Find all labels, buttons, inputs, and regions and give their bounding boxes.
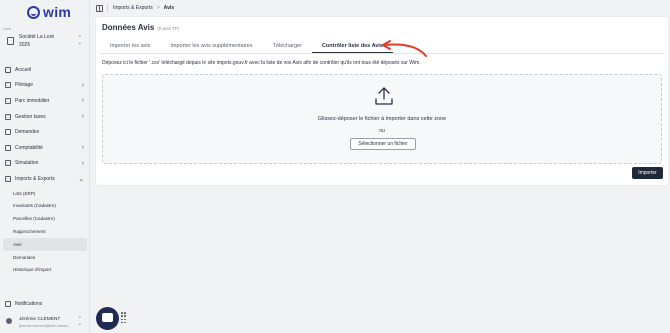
page-title-text: Données Avis xyxy=(102,23,155,32)
sidebar-item-comptabilite[interactable]: Comptabilité › xyxy=(3,140,87,156)
inbox-icon xyxy=(5,129,11,136)
sidebar-subitem-invariants[interactable]: Invariants (Cadastre) xyxy=(3,200,87,213)
sidebar-item-parc-immobilier[interactable]: Parc immobilier › xyxy=(3,93,87,109)
divider xyxy=(107,4,108,12)
topbar: Imports & Exports > Avis xyxy=(90,0,670,17)
description-text: Déposez ici le fichier '.csv' téléchargé… xyxy=(102,60,421,66)
chevron-down-icon: ⌄ xyxy=(78,175,84,183)
sidebar-toggle-icon[interactable] xyxy=(96,5,103,12)
dropzone-or: ou xyxy=(379,128,385,134)
sidebar-item-demandes[interactable]: Demandes xyxy=(3,124,87,140)
folder-icon xyxy=(5,175,11,182)
chevron-right-icon: › xyxy=(81,113,84,121)
sidebar: wim Loré Société La Loré 2025 ⌃ ⌄ Accueil… xyxy=(0,0,90,333)
sidebar-item-label: Pilotage xyxy=(15,82,34,89)
user-menu[interactable]: Jérémie CLÉMENT jeremie.clement@wim-fina… xyxy=(3,314,87,330)
user-email: jeremie.clement@wim-financ... xyxy=(19,324,71,328)
org-name: Société La Loré xyxy=(19,34,55,40)
chevron-updown-icon: ⌃ ⌄ xyxy=(77,316,82,327)
building-icon xyxy=(5,97,11,104)
breadcrumb-parent[interactable]: Imports & Exports xyxy=(113,5,153,11)
chevron-right-icon: › xyxy=(81,97,84,105)
breadcrumb-separator: > xyxy=(156,5,160,11)
help-chat-button[interactable] xyxy=(96,307,119,330)
tax-icon xyxy=(5,113,11,120)
wim-logo-icon xyxy=(27,5,40,19)
sidebar-item-label: Imports & Exports xyxy=(15,175,55,182)
breadcrumb-current: Avis xyxy=(163,5,175,11)
sidebar-item-pilotage[interactable]: Pilotage › xyxy=(3,78,87,94)
page-subtitle: (0 avis TF) xyxy=(157,26,180,31)
bell-icon xyxy=(5,301,11,307)
building-icon xyxy=(7,37,14,45)
sidebar-subitem-historique[interactable]: Historique d'import xyxy=(3,264,87,277)
page-title: Données Avis (0 avis TF) xyxy=(102,23,179,32)
org-year: 2025 xyxy=(19,42,31,48)
sidebar-item-gestion-taxes[interactable]: Gestion taxes › xyxy=(3,109,87,125)
chart-icon xyxy=(5,82,11,89)
tab-importer-les-avis[interactable]: Importer les avis xyxy=(100,40,160,53)
avatar xyxy=(6,318,12,324)
logo-text: wim xyxy=(43,4,72,20)
sidebar-item-label: Simulation xyxy=(15,160,39,167)
sidebar-nav: Accueil Pilotage › Parc immobilier › Ges… xyxy=(3,62,87,276)
sidebar-item-accueil[interactable]: Accueil xyxy=(3,62,87,78)
chevron-updown-icon: ⌃ ⌄ xyxy=(77,35,82,46)
sidebar-subitem-avis[interactable]: Avis xyxy=(3,237,87,251)
sidebar-subitem-rapprochement[interactable]: Rapprochement xyxy=(3,225,87,238)
tab-importer-avis-supplementaires[interactable]: Importer les avis supplémentaires xyxy=(160,40,262,53)
ledger-icon xyxy=(5,144,11,151)
file-dropzone[interactable]: Glissez-déposer le fichier à importer da… xyxy=(102,74,662,164)
chat-icon xyxy=(102,313,113,322)
sidebar-item-label: Comptabilité xyxy=(15,144,43,151)
tab-telecharger[interactable]: Télécharger xyxy=(263,40,312,53)
breadcrumb: Imports & Exports > Avis xyxy=(113,5,174,11)
annotation-arrow xyxy=(382,40,427,57)
sidebar-subitem-lots[interactable]: Lots (ERP) xyxy=(3,187,87,200)
notifications-label: Notifications xyxy=(15,301,43,307)
sidebar-item-label: Parc immobilier xyxy=(15,97,50,104)
sidebar-item-simulation[interactable]: Simulation › xyxy=(3,156,87,172)
import-button[interactable]: Importer xyxy=(632,167,663,179)
chevron-right-icon: › xyxy=(81,144,84,152)
select-file-button[interactable]: Sélectionner un fichier xyxy=(350,138,416,150)
sidebar-subitem-parcelles[interactable]: Parcelles (Cadastre) xyxy=(3,212,87,225)
dropzone-text: Glissez-déposer le fichier à importer da… xyxy=(317,116,447,122)
calculator-icon xyxy=(5,160,11,167)
chevron-right-icon: › xyxy=(81,81,84,89)
sidebar-item-label: Accueil xyxy=(15,66,32,73)
drag-handle-icon[interactable] xyxy=(121,312,126,324)
upload-icon xyxy=(375,87,393,105)
wim-logo[interactable]: wim xyxy=(27,4,71,20)
notifications-button[interactable]: Notifications xyxy=(3,298,87,310)
sidebar-item-imports-exports[interactable]: Imports & Exports ⌄ xyxy=(3,171,87,187)
sidebar-subitem-demandes[interactable]: Demandes xyxy=(3,251,87,264)
chevron-right-icon: › xyxy=(81,159,84,167)
sidebar-item-label: Demandes xyxy=(15,129,40,136)
org-label: Loré xyxy=(3,26,12,31)
home-icon xyxy=(5,66,11,73)
sidebar-item-label: Gestion taxes xyxy=(15,113,46,120)
org-switcher[interactable]: Société La Loré 2025 ⌃ ⌄ xyxy=(3,33,87,51)
user-name: Jérémie CLÉMENT xyxy=(19,317,61,322)
